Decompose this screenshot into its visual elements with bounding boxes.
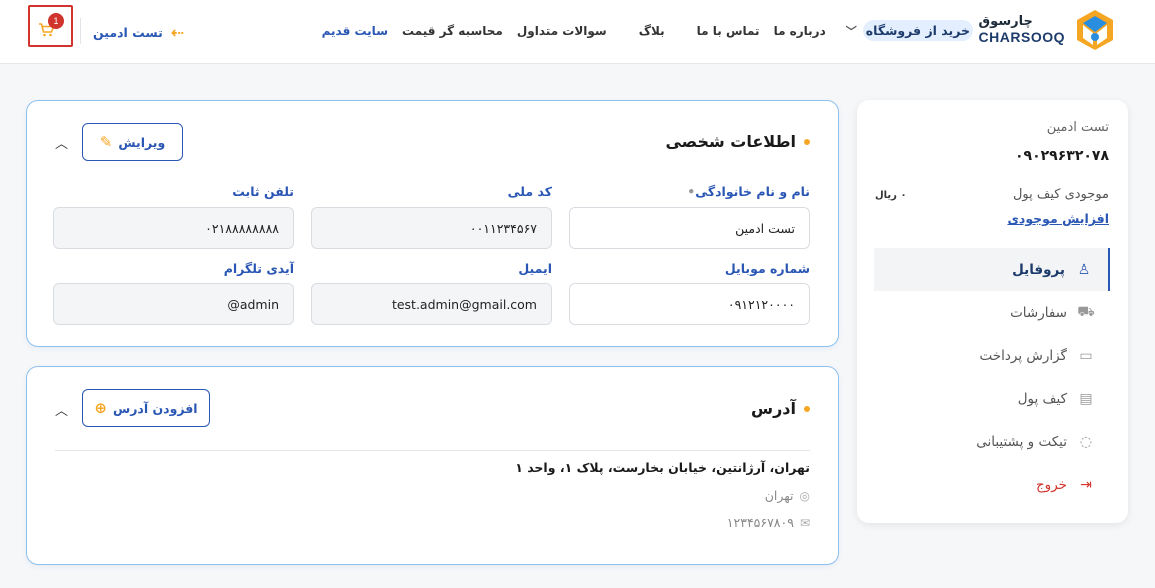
sidebar-item-label: خروج	[1035, 476, 1067, 493]
profile-sidebar: تست ادمین ۰۹۰۲۹۶۳۲۰۷۸ موجودی کیف پول ۰ ر…	[857, 100, 1128, 523]
address-city: تهران	[764, 488, 794, 503]
sidebar-user-name: تست ادمین	[1046, 120, 1109, 135]
plus-circle-icon: ⊕	[94, 399, 107, 417]
wallet-icon: ▤	[1079, 390, 1093, 407]
location-icon: ◎	[799, 488, 810, 503]
wallet-balance-label: موجودی کیف پول	[1012, 187, 1109, 202]
logo-icon	[1077, 10, 1113, 50]
user-account-link[interactable]: ⇠ تست ادمین	[93, 23, 184, 42]
sidebar-item-logout[interactable]: ⇥ خروج	[874, 463, 1110, 506]
telegram-label: آیدی تلگرام	[223, 261, 294, 276]
nav-calculator[interactable]: محاسبه گر قیمت	[395, 24, 510, 38]
nav-about[interactable]: درباره ما	[767, 24, 833, 38]
sidebar-item-support[interactable]: ◌ تیکت و پشتیبانی	[874, 420, 1110, 463]
email-field[interactable]: test.admin@gmail.com	[311, 283, 552, 325]
card-title-text: آدرس	[751, 399, 796, 418]
sidebar-item-label: کیف پول	[1017, 390, 1067, 407]
sidebar-item-label: تیکت و پشتیبانی	[976, 433, 1067, 450]
logout-icon: ⇥	[1080, 476, 1092, 493]
top-header: چارسوق CHARSOOQ خرید از فروشگاه ﹀ درباره…	[0, 0, 1155, 64]
edit-icon: ✎	[99, 133, 113, 151]
user-icon: ♙	[1077, 261, 1091, 278]
payment-icon: ▭	[1079, 347, 1093, 364]
sidebar-item-label: پروفایل	[1012, 261, 1065, 278]
login-icon: ⇠	[170, 23, 185, 42]
address-line: تهران، آرژانتین، خیابان بخارست، پلاک ۱، …	[515, 460, 810, 475]
nav-old-site[interactable]: سایت قدیم	[315, 24, 395, 38]
nav-shop-label: خرید از فروشگاه	[862, 20, 973, 41]
chat-icon: ◌	[1079, 433, 1093, 450]
card-title-text: اطلاعات شخصی	[665, 132, 796, 151]
user-name: تست ادمین	[93, 25, 163, 40]
main-nav: خرید از فروشگاه ﹀ درباره ما تماس با ما ب…	[315, 20, 980, 41]
address-postal-row: ✉ ۱۲۳۴۵۶۷۸۰۹	[727, 515, 810, 530]
sidebar-user-phone: ۰۹۰۲۹۶۳۲۰۷۸	[1015, 148, 1109, 164]
add-address-label: افزودن آدرس	[112, 400, 198, 416]
sidebar-item-profile[interactable]: ♙ پروفایل	[874, 248, 1110, 291]
sidebar-item-label: سفارشات	[1010, 304, 1067, 321]
telegram-field[interactable]: admin@	[53, 283, 294, 325]
fullname-label: نام و نام خانوادگی•	[687, 184, 810, 199]
sidebar-item-wallet[interactable]: ▤ کیف پول	[874, 377, 1110, 420]
nav-blog[interactable]: بلاگ	[632, 24, 672, 38]
edit-button[interactable]: ویرایش ✎	[82, 123, 183, 161]
national-id-label: کد ملی	[507, 184, 552, 199]
chevron-up-icon[interactable]: ︿	[55, 133, 68, 152]
cart-count-badge: 1	[48, 13, 64, 29]
wallet-balance-value: ۰ ریال	[875, 190, 907, 201]
edit-button-label: ویرایش	[118, 134, 166, 150]
mobile-label: شماره موبایل	[724, 261, 810, 276]
cart-button[interactable]: 1	[28, 5, 73, 47]
logo-text-fa: چارسوق	[978, 13, 1033, 29]
nav-shop[interactable]: خرید از فروشگاه ﹀	[833, 20, 980, 41]
address-divider	[55, 450, 810, 451]
landline-field[interactable]: ۰۲۱۸۸۸۸۸۸۸۸	[53, 207, 294, 249]
address-title: آدرس	[751, 399, 810, 418]
personal-info-card: اطلاعات شخصی ویرایش ✎ ︿ نام و نام خانواد…	[26, 100, 839, 347]
personal-info-title: اطلاعات شخصی	[665, 132, 810, 151]
cart-icon: ⛟	[1077, 303, 1095, 320]
header-divider	[80, 18, 81, 44]
sidebar-menu: ♙ پروفایل ⛟ سفارشات ▭ گزارش پرداخت ▤ کیف…	[874, 248, 1110, 506]
title-dot	[804, 138, 810, 145]
chevron-up-icon[interactable]: ︿	[55, 400, 68, 419]
nav-faq[interactable]: سوالات متداول	[510, 24, 614, 38]
sidebar-item-orders[interactable]: ⛟ سفارشات	[874, 291, 1110, 334]
address-postal-code: ۱۲۳۴۵۶۷۸۰۹	[726, 515, 794, 530]
email-label: ایمیل	[518, 261, 552, 276]
national-id-field[interactable]: ۰۰۱۱۲۳۴۵۶۷	[311, 207, 552, 249]
nav-contact[interactable]: تماس با ما	[690, 24, 767, 38]
title-dot	[804, 405, 810, 412]
chevron-down-icon: ﹀	[845, 24, 857, 38]
logo-text-en: CHARSOOQ	[978, 29, 1065, 46]
fullname-field[interactable]: تست ادمین	[569, 207, 810, 249]
mobile-field[interactable]: ۰۹۱۲۱۲۰۰۰۰	[569, 283, 810, 325]
landline-label: تلفن ثابت	[232, 184, 294, 199]
sidebar-item-label: گزارش پرداخت	[979, 347, 1068, 364]
sidebar-item-payments[interactable]: ▭ گزارش پرداخت	[874, 334, 1110, 377]
site-logo[interactable]: چارسوق CHARSOOQ	[979, 8, 1117, 52]
mail-icon: ✉	[799, 515, 810, 530]
add-address-button[interactable]: افزودن آدرس ⊕	[82, 389, 210, 427]
address-card: آدرس افزودن آدرس ⊕ ︿ تهران، آرژانتین، خی…	[26, 366, 839, 565]
topup-link[interactable]: افزایش موجودی	[1007, 211, 1109, 226]
address-city-row: ◎ تهران	[765, 488, 810, 503]
